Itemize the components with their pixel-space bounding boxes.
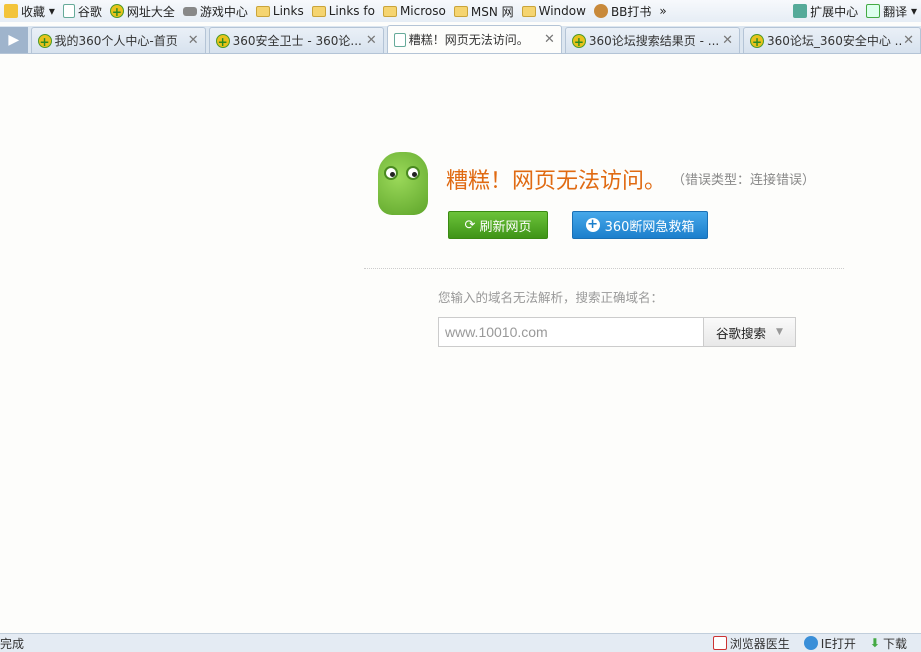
360-icon: + — [571, 33, 586, 49]
bookmark-label: Links — [272, 4, 304, 18]
bookmark-windows[interactable]: Window — [521, 4, 586, 18]
bookmark-games[interactable]: 游戏中心 — [182, 3, 248, 20]
bookmark-msn[interactable]: MSN 网 — [453, 3, 514, 20]
bookmark-label: Links fo — [328, 4, 375, 18]
bookmark-hao360[interactable]: + 网址大全 — [109, 3, 175, 20]
ie-open-button[interactable]: IE打开 — [803, 635, 856, 652]
error-title: 糟糕！网页无法访问。 — [446, 169, 667, 194]
refresh-icon: ⟳ — [464, 217, 480, 233]
folder-icon — [521, 5, 536, 17]
360-icon: + — [37, 33, 52, 49]
search-hint: 您输入的域名无法解析，搜索正确域名： — [438, 290, 664, 305]
folder-icon — [453, 5, 468, 17]
bookmark-google[interactable]: 谷歌 — [62, 3, 102, 20]
translate-label: 翻译 — [883, 4, 908, 19]
360-icon: + — [109, 4, 124, 19]
mascot-icon — [378, 152, 428, 215]
close-icon[interactable]: ✕ — [188, 33, 199, 48]
plus-circle-icon: + — [585, 217, 600, 232]
tab-title: 糟糕！网页无法访问。 — [408, 33, 529, 47]
bookmark-label: Window — [538, 4, 586, 18]
first-aid-icon — [712, 636, 727, 650]
folder-icon — [382, 5, 397, 17]
bookmark-label: BB打书 — [610, 4, 652, 19]
close-icon[interactable]: ✕ — [722, 33, 733, 48]
download-button[interactable]: ⬇ 下载 — [870, 635, 907, 652]
star-icon — [4, 4, 18, 18]
tab[interactable]: + 我的360个人中心-首页 ✕ — [30, 27, 206, 53]
chevron-right-icon: » — [659, 4, 667, 18]
status-item-label: 下载 — [882, 636, 907, 651]
gamepad-icon — [182, 6, 197, 16]
browser-doctor-button[interactable]: 浏览器医生 — [712, 635, 790, 652]
rescue-label: 360断网急救箱 — [604, 219, 695, 235]
bb-icon — [593, 4, 608, 18]
sidebar-toggle-icon[interactable]: ▶ — [0, 27, 28, 53]
tab-title: 360论坛_360安全中心 ... — [767, 34, 904, 48]
tab[interactable]: +360论坛搜索结果页 - ... ✕ — [564, 27, 741, 53]
favorites-label: 收藏 — [21, 4, 46, 19]
refresh-label: 刷新网页 — [479, 219, 532, 235]
tab[interactable]: +360安全卫士 - 360论... ✕ — [208, 27, 384, 53]
search-engine-label: 谷歌搜索 — [716, 325, 767, 341]
status-item-label: 浏览器医生 — [729, 636, 790, 651]
cube-icon — [793, 4, 808, 18]
translate-button[interactable]: 翻译 ▾ — [866, 3, 917, 20]
folder-icon — [255, 5, 270, 17]
bookmark-bb[interactable]: BB打书 — [593, 3, 652, 20]
close-icon[interactable]: ✕ — [366, 33, 377, 48]
translate-icon — [866, 4, 881, 18]
bookmark-links-fo[interactable]: Links fo — [311, 4, 375, 18]
status-text: 完成 — [0, 636, 25, 651]
bookmark-label: Microso — [399, 4, 446, 18]
360-icon: + — [215, 33, 230, 49]
tab-bar: ▶ + 我的360个人中心-首页 ✕ +360安全卫士 - 360论... ✕ 糟糕！… — [0, 25, 921, 54]
tab[interactable]: +360论坛_360安全中心 ... ✕ — [743, 27, 921, 53]
page-icon — [62, 4, 75, 18]
favorites-bar: 收藏 ▾ 谷歌 + 网址大全 游戏中心 Links Links fo Micros… — [0, 0, 921, 22]
error-type: （错误类型：连接错误） — [672, 173, 816, 188]
360-icon: + — [750, 33, 765, 49]
tab-title: 360安全卫士 - 360论... — [232, 34, 362, 48]
status-bar: 完成 浏览器医生 IE打开 ⬇ 下载 — [0, 633, 921, 652]
bookmark-label: 网址大全 — [126, 4, 175, 19]
extensions-label: 扩展中心 — [810, 4, 859, 19]
divider — [364, 268, 844, 269]
bookmarks-more[interactable]: » — [659, 4, 666, 18]
search-engine-button[interactable]: 谷歌搜索 ▼ — [703, 317, 796, 347]
close-icon[interactable]: ✕ — [544, 32, 555, 47]
chevron-down-icon[interactable]: ▼ — [776, 327, 783, 337]
bookmark-label: MSN 网 — [470, 4, 514, 19]
status-item-label: IE打开 — [820, 636, 856, 651]
bookmark-label: 谷歌 — [77, 4, 102, 19]
bookmark-microsoft[interactable]: Microso — [382, 4, 446, 18]
close-icon[interactable]: ✕ — [903, 33, 914, 48]
tab-title: 360论坛搜索结果页 - ... — [588, 34, 720, 48]
bookmark-links[interactable]: Links — [255, 4, 304, 18]
extensions-button[interactable]: 扩展中心 — [793, 3, 858, 20]
refresh-button[interactable]: ⟳ 刷新网页 — [448, 211, 548, 239]
network-rescue-button[interactable]: +360断网急救箱 — [572, 211, 708, 239]
tab-active[interactable]: 糟糕！网页无法访问。 ✕ — [386, 25, 562, 53]
tab-title: 我的360个人中心-首页 — [54, 34, 178, 48]
favorites-menu[interactable]: 收藏 ▾ — [4, 3, 55, 20]
download-arrow-icon: ⬇ — [869, 636, 880, 650]
folder-icon — [311, 5, 326, 17]
bookmark-label: 游戏中心 — [199, 4, 248, 19]
ie-icon — [803, 636, 818, 650]
page-icon — [393, 32, 406, 47]
search-input[interactable] — [438, 317, 704, 347]
